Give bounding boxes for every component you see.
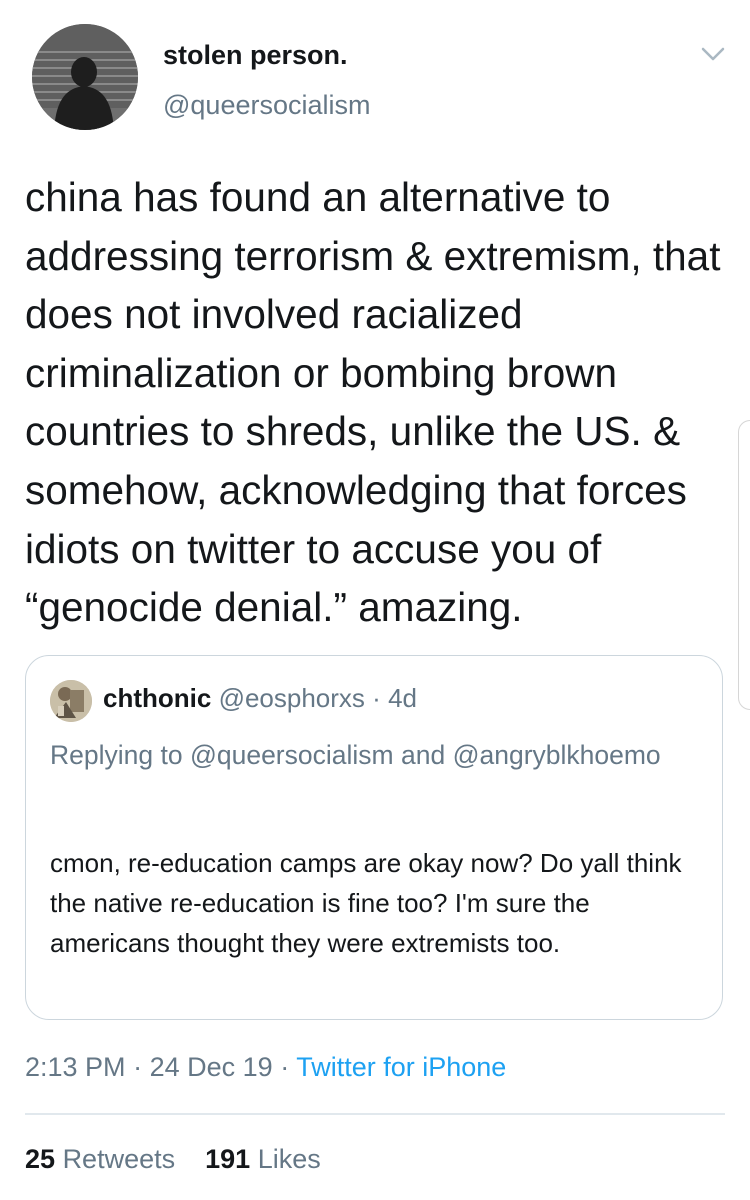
meta-separator-2: ·: [280, 1052, 290, 1082]
retweets-count: 25: [25, 1144, 56, 1174]
likes-label: Likes: [257, 1144, 321, 1174]
likes-count: 191: [205, 1144, 251, 1174]
replying-prefix: Replying to: [50, 740, 183, 770]
scroll-indicator[interactable]: [738, 420, 750, 710]
quoted-separator: ·: [372, 683, 381, 713]
retweets-stat[interactable]: 25 Retweets: [25, 1144, 175, 1174]
quoted-author-name: chthonic: [103, 683, 212, 713]
chevron-down-icon: [701, 47, 725, 61]
retweets-label: Retweets: [62, 1144, 176, 1174]
quoted-tweet-text: cmon, re-education camps are okay now? D…: [50, 848, 682, 958]
meta-separator: ·: [133, 1052, 143, 1082]
quoted-tweet-card[interactable]: chthonic @eosphorxs · 4d Replying to @qu…: [25, 655, 723, 1020]
quoted-age: 4d: [388, 683, 417, 713]
quoted-tweet-header: chthonic @eosphorxs · 4d: [103, 683, 417, 714]
author-display-name[interactable]: stolen person.: [163, 40, 348, 71]
author-handle[interactable]: @queersocialism: [163, 90, 370, 121]
avatar-art-icon: [50, 680, 92, 722]
replying-and: and: [400, 740, 446, 770]
stats-divider: [25, 1113, 725, 1115]
replying-mention-queersocialism: @queersocialism: [189, 740, 394, 770]
tweet-stats: 25 Retweets 191 Likes: [25, 1144, 321, 1175]
likes-stat[interactable]: 191 Likes: [205, 1144, 321, 1174]
tweet-text: china has found an alternative to addres…: [25, 174, 721, 631]
tweet-metadata: 2:13 PM · 24 Dec 19 · Twitter for iPhone: [25, 1052, 506, 1083]
tweet-date[interactable]: 24 Dec 19: [150, 1052, 273, 1082]
quoted-author-avatar: [50, 680, 92, 722]
replying-to: Replying to @queersocialism and @angrybl…: [50, 734, 690, 777]
tweet-menu-button[interactable]: [700, 44, 726, 64]
tweet-time[interactable]: 2:13 PM: [25, 1052, 126, 1082]
author-avatar[interactable]: [32, 24, 138, 130]
replying-mention-angryblkhoemo: @angryblkhoemo: [452, 740, 661, 770]
quoted-author-handle: @eosphorxs: [218, 683, 365, 713]
avatar-silhouette-icon: [32, 24, 138, 130]
tweet-source-link[interactable]: Twitter for iPhone: [296, 1052, 506, 1082]
